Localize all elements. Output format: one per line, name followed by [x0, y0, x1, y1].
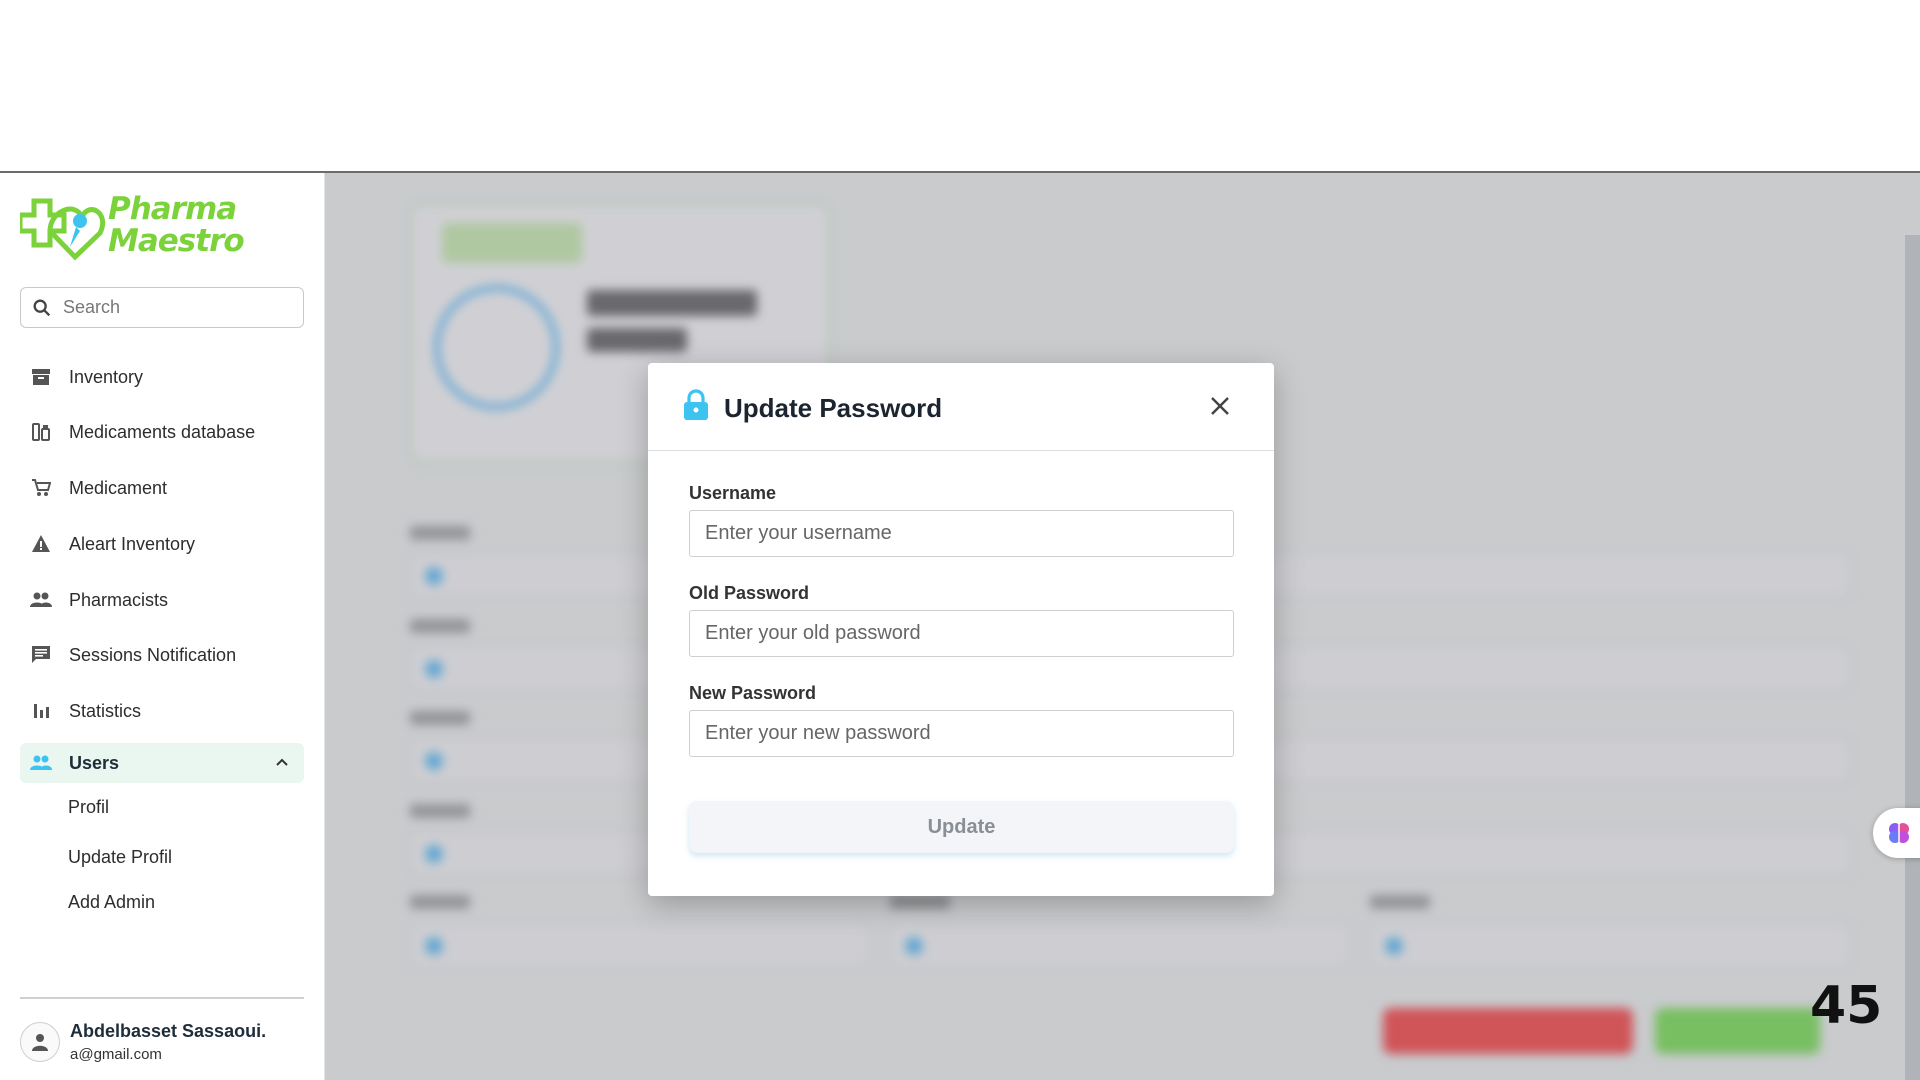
- logo-line-1: Pharma: [108, 191, 237, 227]
- update-button[interactable]: Update: [689, 801, 1234, 853]
- chevron-up-icon[interactable]: [274, 754, 290, 770]
- old-password-label: Old Password: [689, 583, 810, 603]
- scrollbar[interactable]: [1905, 235, 1920, 1080]
- people-icon: [30, 752, 52, 774]
- people-icon: [30, 589, 52, 611]
- sidebar-item-label: Medicament: [69, 477, 168, 498]
- brain-icon: [1889, 823, 1909, 843]
- logo-text: Pharma Maestro: [108, 191, 245, 259]
- cart-icon: [30, 477, 52, 499]
- sidebar-item-inventory[interactable]: Inventory: [20, 357, 304, 397]
- person-icon: [32, 1034, 48, 1051]
- close-icon[interactable]: [1208, 394, 1232, 418]
- modal-title: Update Password: [724, 393, 943, 423]
- avatar[interactable]: [20, 1022, 60, 1062]
- username-label: Username: [689, 483, 777, 503]
- new-password-label: New Password: [689, 683, 817, 703]
- medicine-icon: [30, 421, 52, 443]
- sidebar-item-label: Statistics: [69, 700, 142, 721]
- sidebar-item-medicaments-database[interactable]: Medicaments database: [20, 412, 304, 452]
- chat-icon: [30, 644, 52, 666]
- search-input[interactable]: [63, 288, 293, 327]
- sidebar-item-sessions-notification[interactable]: Sessions Notification: [20, 635, 304, 675]
- sidebar-subitem-add-admin[interactable]: Add Admin: [68, 892, 155, 913]
- username-input[interactable]: [689, 510, 1234, 557]
- sidebar-divider: [20, 997, 304, 999]
- sidebar-item-aleart-inventory[interactable]: Aleart Inventory: [20, 524, 304, 564]
- logo-line-2: Maestro: [108, 223, 245, 259]
- sidebar: Pharma Maestro Inventory Medicaments dat…: [0, 173, 325, 1080]
- sidebar-item-label: Inventory: [69, 366, 144, 387]
- sidebar-item-label: Users: [69, 752, 120, 773]
- sidebar-item-label: Pharmacists: [69, 589, 169, 610]
- sidebar-item-label: Medicaments database: [69, 421, 256, 442]
- sidebar-item-label: Sessions Notification: [69, 644, 237, 665]
- lock-icon: [684, 389, 708, 420]
- update-password-modal: Update Password Username Old Password Ne…: [648, 363, 1274, 896]
- sidebar-item-medicament[interactable]: Medicament: [20, 468, 304, 508]
- bar-chart-icon: [30, 700, 52, 722]
- search-icon: [33, 299, 51, 317]
- logo-cross-heart-icon: [17, 198, 106, 261]
- new-password-input[interactable]: [689, 710, 1234, 757]
- sidebar-subitem-profil[interactable]: Profil: [68, 797, 109, 818]
- sidebar-item-statistics[interactable]: Statistics: [20, 691, 304, 731]
- user-email: a@gmail.com: [70, 1046, 162, 1063]
- archive-icon: [30, 366, 52, 388]
- sidebar-subitem-update-profil[interactable]: Update Profil: [68, 847, 172, 868]
- warning-icon: [30, 533, 52, 555]
- modal-header: Update Password: [648, 363, 1274, 451]
- app-logo[interactable]: Pharma Maestro: [17, 191, 250, 263]
- sidebar-item-label: Aleart Inventory: [69, 533, 196, 554]
- overlay-number: 45: [1810, 976, 1883, 1036]
- sidebar-item-users[interactable]: Users: [20, 743, 304, 783]
- search-box[interactable]: [20, 287, 304, 328]
- assistant-button[interactable]: [1873, 808, 1920, 858]
- top-blank-area: [0, 0, 1920, 172]
- sidebar-item-pharmacists[interactable]: Pharmacists: [20, 580, 304, 620]
- old-password-input[interactable]: [689, 610, 1234, 657]
- user-name: Abdelbasset Sassaoui.: [70, 1021, 267, 1041]
